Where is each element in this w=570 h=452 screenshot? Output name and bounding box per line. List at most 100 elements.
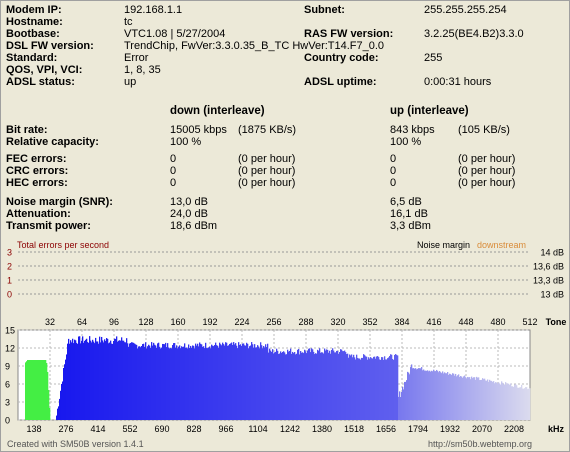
info-label: Modem IP: (6, 4, 62, 16)
bits-top-tick: 64 (77, 317, 87, 327)
stat-label: FEC errors: (6, 153, 67, 165)
errors-y-left-tick: 2 (7, 262, 12, 272)
bits-bottom-tick: 414 (90, 424, 105, 434)
errors-y-left-tick: 3 (7, 248, 12, 258)
errors-y-left-tick: 1 (7, 276, 12, 286)
stat-down: 0 (170, 177, 177, 189)
info-value: VTC1.08 | 5/27/2004 (124, 28, 226, 40)
bits-top-tick: 480 (490, 317, 505, 327)
bits-bottom-tick: 1794 (408, 424, 428, 434)
info-value: 3.2.25(BE4.B2)3.3.0 (424, 28, 524, 40)
stat-up: 16,1 dB (390, 208, 428, 220)
stat-up-extra: (0 per hour) (458, 165, 516, 177)
stat-up-extra: (0 per hour) (458, 177, 516, 189)
info-label: DSL FW version: (6, 40, 94, 52)
stat-label: Relative capacity: (6, 136, 99, 148)
bits-top-tick: 160 (170, 317, 185, 327)
bits-bottom-tick: 1656 (376, 424, 396, 434)
bits-bottom-tick: 1242 (280, 424, 300, 434)
bits-y-tick: 6 (5, 380, 10, 390)
stat-down: 0 (170, 153, 177, 165)
stat-down: 0 (170, 165, 177, 177)
bits-bottom-tick: 690 (154, 424, 169, 434)
stat-up: 3,3 dBm (390, 220, 431, 232)
info-value: 192.168.1.1 (124, 4, 183, 16)
errors-chart: 3 14 dB 2 13,6 dB 1 13,3 dB 0 13 dB (7, 248, 564, 300)
bits-bottom-tick: 552 (122, 424, 137, 434)
info-label: Bootbase: (6, 28, 60, 40)
stat-label: Transmit power: (6, 220, 91, 232)
footer-credit: Created with SM50B version 1.4.1 (7, 439, 144, 449)
info-label: Country code: (304, 52, 379, 64)
stat-label: Attenuation: (6, 208, 71, 220)
stat-down-extra: (1875 KB/s) (238, 124, 297, 136)
stat-down: 24,0 dB (170, 208, 208, 220)
bits-bottom-axis-label: kHz (548, 424, 565, 434)
stat-up: 843 kbps (390, 124, 435, 136)
stat-up: 0 (390, 177, 397, 189)
stat-up-extra: (0 per hour) (458, 153, 516, 165)
info-label: Standard: (6, 52, 58, 64)
bits-bottom-tick: 276 (58, 424, 73, 434)
info-value: TrendChip, FwVer:3.3.0.35_B_TC HwVer:T14… (124, 40, 385, 52)
info-label: RAS FW version: (304, 28, 394, 40)
info-value: Error (124, 52, 149, 64)
bits-per-tone-chart: 1512963032 64 96 128 160 192 224 256 288 320 352 38… (5, 317, 566, 434)
bits-y-tick: 0 (5, 416, 10, 426)
bits-y-tick: 9 (5, 362, 10, 372)
bits-bottom-tick: 1380 (312, 424, 332, 434)
info-value: up (124, 76, 137, 88)
info-value: tc (124, 16, 133, 28)
info-value: 1, 8, 35 (124, 64, 161, 76)
info-label: ADSL uptime: (304, 76, 377, 88)
bits-top-tick: 256 (266, 317, 281, 327)
stat-up: 0 (390, 153, 397, 165)
stat-label: HEC errors: (6, 177, 68, 189)
downstream-bit-bar (529, 388, 531, 420)
stat-label: CRC errors: (6, 165, 69, 177)
errors-y-right-tick: 13,6 dB (533, 262, 564, 272)
stat-up: 0 (390, 165, 397, 177)
bits-top-tick: 384 (394, 317, 409, 327)
stat-up: 100 % (390, 136, 422, 148)
bits-bottom-tick: 828 (186, 424, 201, 434)
stat-down-extra: (0 per hour) (238, 153, 296, 165)
stat-label: Noise margin (SNR): (6, 196, 113, 208)
bits-top-tick: 32 (45, 317, 55, 327)
stat-label: Bit rate: (6, 124, 48, 136)
bits-top-tick: 512 (522, 317, 537, 327)
bits-y-tick: 12 (5, 344, 15, 354)
bits-bottom-tick: 1518 (344, 424, 364, 434)
bits-top-tick: 320 (330, 317, 345, 327)
stat-down-extra: (0 per hour) (238, 177, 296, 189)
bits-bottom-tick: 138 (26, 424, 41, 434)
bits-bottom-tick: 2070 (472, 424, 492, 434)
errors-y-right-tick: 13,3 dB (533, 276, 564, 286)
stat-down: 100 % (170, 136, 202, 148)
footer-url: http://sm50b.webtemp.org (428, 439, 533, 449)
bits-top-tick: 128 (138, 317, 153, 327)
errors-y-right-tick: 13 dB (540, 290, 564, 300)
bits-y-tick: 3 (5, 398, 10, 408)
info-value: 0:00:31 hours (424, 76, 492, 88)
bits-bottom-tick: 1932 (440, 424, 460, 434)
bits-bottom-tick: 1104 (248, 424, 267, 434)
upstream-bit-bar (49, 408, 51, 420)
bits-top-tick: 448 (458, 317, 473, 327)
errors-y-right-tick: 14 dB (540, 248, 564, 258)
bits-top-tick: 224 (234, 317, 249, 327)
info-label: QOS, VPI, VCI: (6, 64, 83, 76)
bits-top-tick: 288 (298, 317, 313, 327)
errors-y-left-tick: 0 (7, 290, 12, 300)
bits-y-tick: 15 (5, 326, 15, 336)
info-value: 255 (424, 52, 443, 64)
stat-down: 13,0 dB (170, 196, 208, 208)
stat-up: 6,5 dB (390, 196, 422, 208)
info-label: Hostname: (6, 16, 63, 28)
bits-bottom-tick: 2208 (504, 424, 524, 434)
stat-down: 18,6 dBm (170, 220, 218, 232)
bits-top-tick: 416 (426, 317, 441, 327)
info-label: Subnet: (304, 4, 345, 16)
stat-up-extra: (105 KB/s) (458, 124, 510, 136)
info-value: 255.255.255.254 (424, 4, 507, 16)
